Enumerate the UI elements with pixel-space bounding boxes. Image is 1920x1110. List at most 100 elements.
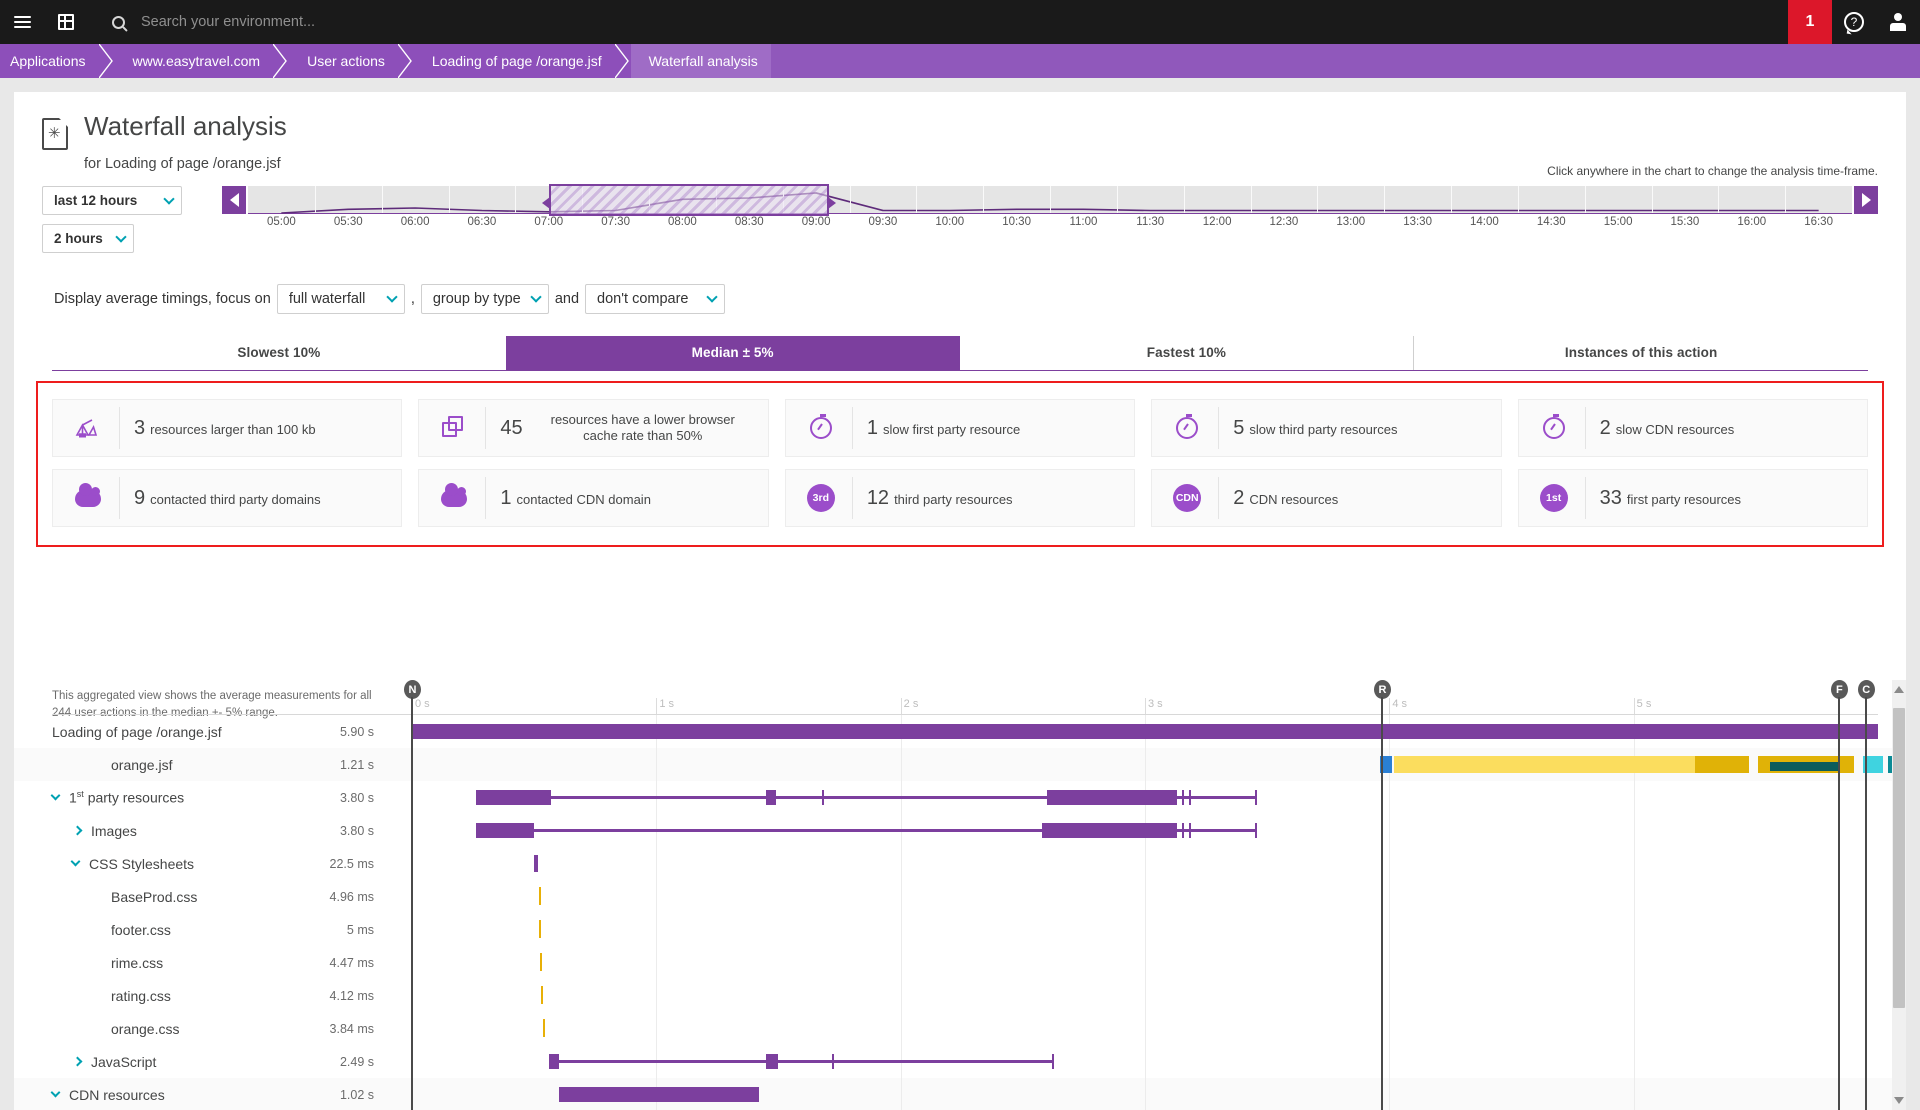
alert-badge[interactable]: 1 [1788, 0, 1832, 44]
selection-handle-right[interactable] [828, 197, 837, 209]
waterfall-row[interactable]: footer.css 5 ms [14, 913, 1906, 946]
waterfall-bar-segment[interactable] [412, 724, 1878, 739]
row-gridline [1633, 1012, 1635, 1045]
waterfall-row[interactable]: CSS Stylesheets 22.5 ms [14, 847, 1906, 880]
waterfall-bar-segment[interactable] [1188, 790, 1191, 805]
event-marker-response-start[interactable]: R [1374, 680, 1391, 1110]
metric-card-cdn-resources[interactable]: CDN 2 CDN resources [1151, 469, 1502, 527]
chevron-right-icon[interactable] [72, 825, 83, 836]
timeline-gridline [381, 186, 383, 213]
compare-select-value: don't compare [597, 291, 689, 307]
chevron-down-icon[interactable] [70, 856, 81, 867]
waterfall-bar-segment[interactable] [822, 790, 825, 805]
selection-handle-left[interactable] [541, 197, 550, 209]
timeline-next-arrow[interactable] [1854, 186, 1878, 214]
scroll-up-arrow-icon[interactable] [1894, 686, 1904, 693]
timeline-tick-label: 14:00 [1470, 216, 1499, 228]
timeline-selection-range[interactable] [541, 184, 837, 216]
compare-select[interactable]: don't compare [585, 284, 726, 314]
waterfall-bar-segment[interactable] [1254, 790, 1257, 805]
timeframe-granularity-select[interactable]: 2 hours [42, 224, 134, 253]
row-gridline [1145, 1045, 1146, 1078]
waterfall-bar-segment[interactable] [1042, 823, 1177, 838]
waterfall-bar-segment[interactable] [475, 790, 552, 805]
waterfall-bar-segment[interactable] [1394, 756, 1695, 773]
waterfall-bar-segment[interactable] [1052, 1054, 1055, 1069]
metric-card-third-party-domains[interactable]: 9 contacted third party domains [52, 469, 403, 527]
waterfall-bar-segment[interactable] [541, 986, 544, 1004]
menu-button[interactable] [0, 0, 44, 44]
waterfall-bar-segment[interactable] [1181, 823, 1184, 838]
waterfall-bar-segment[interactable] [766, 1054, 779, 1069]
metric-card-first-party-resources[interactable]: 1st 33 first party resources [1517, 469, 1869, 527]
waterfall-bar-segment[interactable] [1047, 790, 1177, 805]
metric-card-slow-third-party[interactable]: 5 slow third party resources [1151, 399, 1502, 457]
timeline-chart[interactable] [248, 186, 1852, 214]
event-marker-dom-content-loaded[interactable]: C [1857, 680, 1875, 1110]
waterfall-row[interactable]: rating.css 4.12 ms [14, 979, 1906, 1012]
vertical-scrollbar[interactable] [1892, 680, 1906, 1110]
waterfall-row[interactable]: orange.css 3.84 ms [14, 1012, 1906, 1045]
waterfall-bar-segment[interactable] [542, 1019, 545, 1037]
waterfall-bar-segment[interactable] [475, 823, 535, 838]
focus-select[interactable]: full waterfall [276, 284, 405, 314]
timeline-prev-arrow[interactable] [222, 186, 246, 214]
breadcrumb-item-page-load[interactable]: Loading of page /orange.jsf [413, 44, 615, 78]
waterfall-bar-segment[interactable] [558, 1087, 759, 1102]
waterfall-row[interactable]: rime.css 4.47 ms [14, 946, 1906, 979]
waterfall-bar-segment[interactable] [766, 790, 777, 805]
waterfall-bar-segment[interactable] [1694, 756, 1749, 773]
waterfall-row[interactable]: Loading of page /orange.jsf 5.90 s [14, 715, 1906, 748]
metric-card-cdn-domains[interactable]: 1 contacted CDN domain [418, 469, 769, 527]
chevron-right-icon[interactable] [72, 1056, 83, 1067]
waterfall-row[interactable]: JavaScript 2.49 s [14, 1045, 1906, 1078]
metric-card-large-resources[interactable]: 3 resources larger than 100 kb [52, 399, 403, 457]
event-marker-line [1381, 697, 1383, 1110]
waterfall-row-label-cell: JavaScript [14, 1054, 314, 1070]
search-input[interactable] [139, 13, 539, 31]
metric-card-slow-cdn[interactable]: 2 slow CDN resources [1517, 399, 1869, 457]
waterfall-bar-segment[interactable] [1770, 762, 1839, 771]
chevron-down-icon[interactable] [50, 790, 61, 801]
tab-instances-of-this-action[interactable]: Instances of this action [1413, 336, 1868, 370]
percentile-tabs: Slowest 10% Median ± 5% Fastest 10% Inst… [52, 336, 1868, 371]
waterfall-row[interactable]: BaseProd.css 4.96 ms [14, 880, 1906, 913]
waterfall-bar-segment[interactable] [832, 1054, 835, 1069]
tab-median-5[interactable]: Median ± 5% [505, 336, 960, 370]
waterfall-row[interactable]: CDN resources 1.02 s [14, 1078, 1906, 1110]
waterfall-bar-segment[interactable] [539, 920, 542, 938]
help-button[interactable]: ? [1832, 0, 1876, 44]
breadcrumb-item-host[interactable]: www.easytravel.com [114, 44, 274, 78]
timeframe-row: last 12 hours 2 hours 05:00 05:30 06:00 06:… [14, 172, 1906, 262]
waterfall-bar-segment[interactable] [558, 1060, 1053, 1063]
timeline-selector[interactable]: 05:00 05:30 06:00 06:30 07:00 07:30 08:00 08:30… [222, 184, 1878, 248]
breadcrumb-item-applications[interactable]: Applications [0, 44, 99, 78]
waterfall-bar-segment[interactable] [1181, 790, 1184, 805]
event-marker-first-paint[interactable]: F [1830, 680, 1848, 1110]
waterfall-bar-segment[interactable] [534, 855, 539, 872]
dashboard-button[interactable] [44, 0, 88, 44]
chevron-down-icon[interactable] [50, 1087, 61, 1098]
waterfall-row[interactable]: orange.jsf 1.21 s [14, 748, 1906, 781]
group-select[interactable]: group by type [420, 284, 549, 314]
waterfall-bar-segment[interactable] [1254, 823, 1257, 838]
waterfall-bar-segment[interactable] [540, 953, 543, 971]
waterfall-row-label-cell: 1st party resources [14, 789, 314, 806]
timeframe-range-select[interactable]: last 12 hours [42, 186, 182, 215]
axis-tick-label: 1 s [659, 698, 675, 710]
waterfall-bar-segment[interactable] [548, 1054, 559, 1069]
metric-card-low-cache-rate[interactable]: 45 resources have a lower browser cache … [418, 399, 769, 457]
waterfall-row[interactable]: Images 3.80 s [14, 814, 1906, 847]
metric-card-third-party-resources[interactable]: 3rd 12 third party resources [784, 469, 1136, 527]
event-marker-navigation-start[interactable]: N [404, 680, 421, 1110]
user-menu-button[interactable] [1876, 0, 1920, 44]
waterfall-row[interactable]: 1st party resources 3.80 s [14, 781, 1906, 814]
waterfall-bar-segment[interactable] [539, 887, 542, 905]
waterfall-bar-segment[interactable] [1188, 823, 1191, 838]
metric-card-slow-first-party[interactable]: 1 slow first party resource [784, 399, 1136, 457]
breadcrumb-item-user-actions[interactable]: User actions [289, 44, 398, 78]
tab-slowest-10[interactable]: Slowest 10% [52, 336, 506, 370]
tab-fastest-10[interactable]: Fastest 10% [960, 336, 1414, 370]
scroll-down-arrow-icon[interactable] [1894, 1097, 1904, 1104]
scrollbar-thumb[interactable] [1893, 708, 1905, 1008]
